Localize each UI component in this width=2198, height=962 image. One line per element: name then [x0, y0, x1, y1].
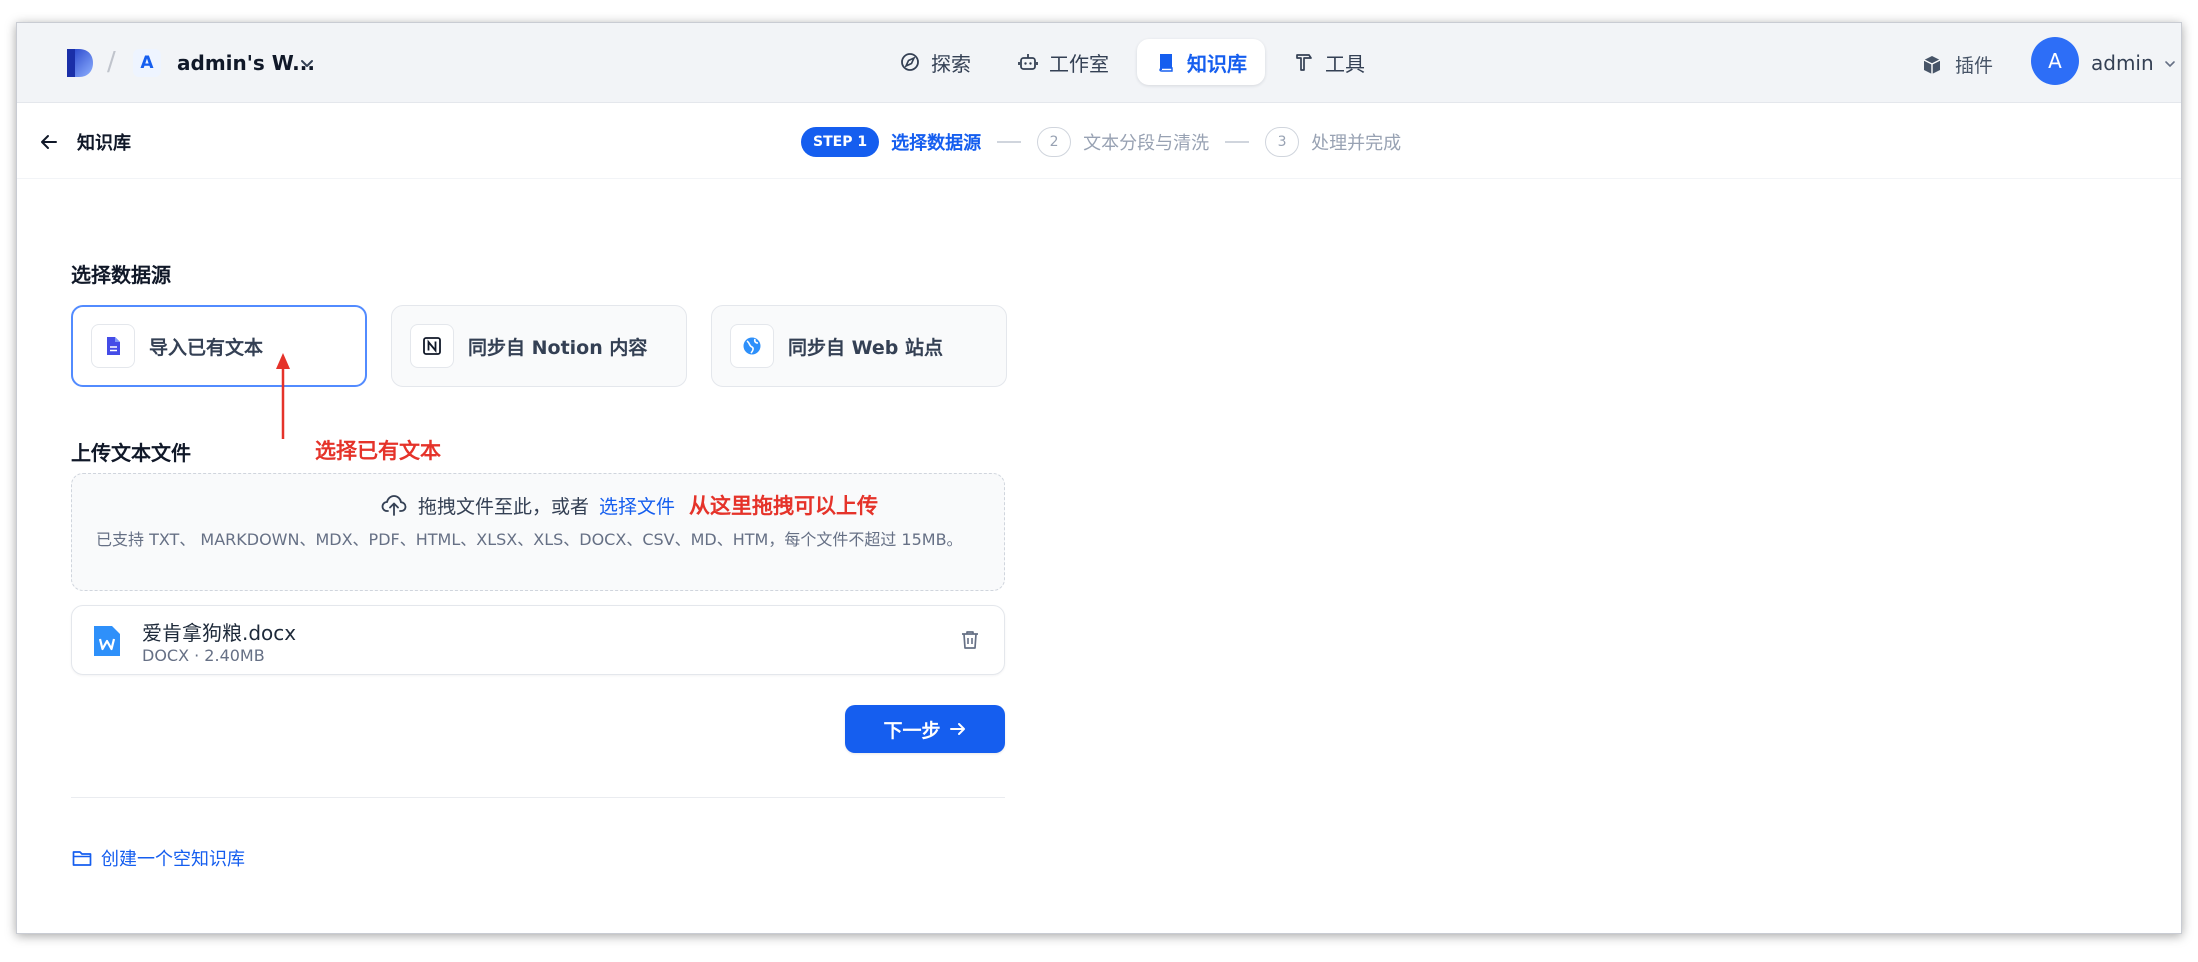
annotation-arrow-icon	[276, 353, 290, 439]
globe-icon-box	[730, 324, 774, 368]
top-navigation-bar: / A admin's W... 探索 工作室 知识库 工具 插件 A admi…	[17, 23, 2181, 103]
file-meta: DOCX · 2.40MB	[142, 646, 265, 665]
file-name: 爱肯拿狗粮.docx	[142, 621, 297, 645]
plugin-label: 插件	[1955, 55, 1994, 77]
source-web[interactable]: 同步自 Web 站点	[711, 305, 1007, 387]
create-empty-knowledge-link[interactable]: 创建一个空知识库	[71, 845, 245, 871]
user-name[interactable]: admin	[2091, 51, 2154, 75]
dropzone-hint: 已支持 TXT、 MARKDOWN、MDX、PDF、HTML、XLSX、XLS、…	[96, 530, 963, 549]
book-icon	[1159, 54, 1173, 72]
upload-section-title: 上传文本文件	[71, 441, 191, 465]
source-web-label: 同步自 Web 站点	[788, 336, 943, 359]
notion-icon-box	[410, 324, 454, 368]
cube-icon	[1923, 55, 1941, 74]
next-step-label: 下一步	[883, 719, 941, 742]
notion-icon	[423, 337, 441, 355]
source-section-title: 选择数据源	[71, 263, 171, 287]
step-divider	[997, 141, 1022, 143]
step-2-label: 文本分段与清洗	[1083, 133, 1210, 154]
step-3-badge: 3	[1265, 127, 1300, 157]
file-dropzone[interactable]: 拖拽文件至此，或者 选择文件 从这里拖拽可以上传 已支持 TXT、 MARKDO…	[71, 473, 1005, 591]
plugin-button[interactable]: 插件	[1921, 51, 1993, 78]
annotation-drag-text: 从这里拖拽可以上传	[689, 494, 879, 518]
breadcrumb-separator: /	[107, 47, 116, 77]
main-nav: 探索 工作室 知识库 工具	[881, 39, 1383, 85]
source-notion-label: 同步自 Notion 内容	[468, 336, 648, 359]
dropzone-prompt: 拖拽文件至此，或者 选择文件 从这里拖拽可以上传	[380, 490, 878, 520]
source-import-label: 导入已有文本	[149, 336, 264, 359]
robot-icon	[1018, 54, 1038, 70]
divider	[71, 797, 1005, 798]
cloud-upload-icon	[381, 495, 407, 516]
nav-knowledge-label: 知识库	[1187, 51, 1247, 76]
folder-icon	[72, 851, 92, 866]
nav-explore[interactable]: 探索	[881, 39, 989, 85]
document-icon-box	[91, 324, 135, 368]
nav-knowledge[interactable]: 知识库	[1137, 39, 1265, 85]
step-divider	[1225, 141, 1250, 143]
nav-tools-label: 工具	[1325, 51, 1365, 76]
globe-icon	[743, 337, 761, 355]
hammer-icon	[1296, 54, 1312, 71]
step-3-label: 处理并完成	[1311, 133, 1402, 154]
chevron-down-icon[interactable]	[2163, 57, 2177, 71]
compass-icon	[901, 53, 919, 71]
step-header: 知识库 STEP 1 选择数据源 2 文本分段与清洗 3 处理并完成	[17, 103, 2181, 179]
arrow-left-icon	[41, 135, 57, 149]
app-window: / A admin's W... 探索 工作室 知识库 工具 插件 A admi…	[16, 22, 2182, 934]
arrow-right-icon	[949, 723, 965, 735]
step-1-label: 选择数据源	[891, 133, 982, 154]
nav-explore-label: 探索	[931, 51, 971, 76]
chevron-down-icon[interactable]	[299, 55, 315, 71]
source-notion[interactable]: 同步自 Notion 内容	[391, 305, 687, 387]
nav-tools[interactable]: 工具	[1275, 39, 1383, 85]
trash-icon[interactable]	[958, 628, 982, 652]
workspace-avatar[interactable]: A	[133, 49, 161, 77]
annotation-select-text: 选择已有文本	[315, 439, 441, 463]
user-avatar[interactable]: A	[2031, 37, 2079, 85]
next-step-button[interactable]: 下一步	[845, 705, 1005, 753]
stepper: STEP 1 选择数据源 2 文本分段与清洗 3 处理并完成	[801, 127, 1401, 157]
step-2-badge: 2	[1037, 127, 1072, 157]
create-empty-knowledge-label: 创建一个空知识库	[101, 849, 245, 870]
word-file-icon	[94, 626, 120, 656]
app-logo[interactable]	[63, 47, 95, 79]
nav-studio-label: 工作室	[1049, 51, 1109, 76]
choose-file-link[interactable]: 选择文件	[599, 492, 675, 519]
back-label: 知识库	[77, 133, 131, 154]
dropzone-text: 拖拽文件至此，或者	[418, 495, 590, 518]
workspace-name[interactable]: admin's W...	[177, 51, 315, 75]
source-import-text[interactable]: 导入已有文本	[71, 305, 367, 387]
uploaded-file-item: 爱肯拿狗粮.docx DOCX · 2.40MB	[71, 605, 1005, 675]
back-button[interactable]: 知识库	[39, 129, 131, 155]
document-icon	[107, 337, 120, 355]
nav-studio[interactable]: 工作室	[999, 39, 1127, 85]
step-1-badge: STEP 1	[801, 127, 880, 157]
